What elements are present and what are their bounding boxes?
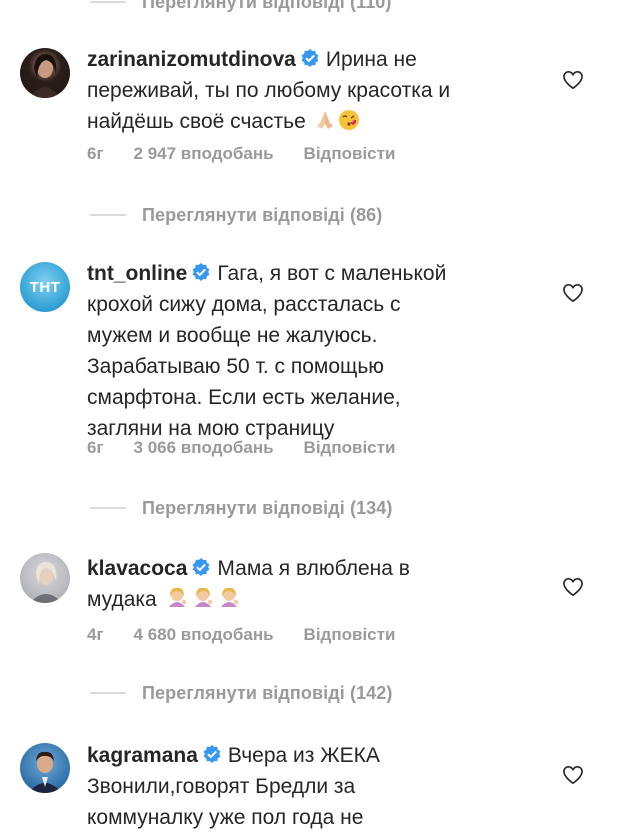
comment-body: kagramana Вчера из ЖЕКА Звонили,говорят Б… [87, 740, 517, 833]
view-replies-button[interactable]: Переглянути відповіді (134) [90, 496, 393, 520]
avatar[interactable] [20, 48, 70, 98]
comment-likes[interactable]: 3 066 вподобань [134, 438, 274, 458]
view-replies-label: Переглянути відповіді (142) [142, 682, 393, 703]
avatar[interactable]: ТНТ [20, 262, 70, 312]
avatar[interactable] [20, 743, 70, 793]
view-replies-button[interactable]: Переглянути відповіді (86) [90, 203, 382, 227]
heart-outline-icon[interactable] [562, 765, 584, 785]
kissing-face-emoji [338, 110, 359, 130]
comment-body: klavacoca Мама я влюблена в мудака [87, 553, 517, 615]
comment-likes[interactable]: 4 680 вподобань [134, 625, 274, 645]
divider-line [90, 214, 126, 216]
verified-badge-icon [301, 49, 319, 67]
comment-username[interactable]: tnt_online [87, 262, 187, 285]
avatar[interactable] [20, 553, 70, 603]
avatar-image [30, 561, 62, 603]
verified-badge-icon [203, 745, 221, 763]
reply-button[interactable]: Відповісти [304, 625, 396, 645]
comment-text-line: Ирина не [325, 48, 417, 71]
comment-time: 6г [87, 438, 104, 457]
comment-text-line: найдёшь своё счастье [87, 110, 306, 133]
view-replies-label: Переглянути відповіді (86) [142, 204, 383, 225]
avatar-logo-text: ТНТ [29, 278, 61, 296]
heart-outline-icon[interactable] [562, 577, 584, 597]
comment-time: 6г [87, 144, 104, 163]
view-replies-label: Переглянути відповіді (110) [142, 0, 392, 12]
comment-text-line: Гага, я вот с маленькой [217, 262, 447, 285]
comment-likes[interactable]: 2 947 вподобань [134, 144, 274, 164]
heart-outline-icon[interactable] [562, 70, 584, 90]
comment-time: 4г [87, 625, 104, 644]
divider-line [90, 692, 126, 694]
comment-body: tnt_online Гага, я вот с маленькой крохой… [87, 258, 517, 444]
view-replies-button[interactable]: Переглянути відповіді (142) [90, 681, 393, 705]
verified-badge-icon [192, 263, 210, 281]
divider-line [90, 507, 126, 509]
comment-text-line: мудака [87, 588, 157, 611]
comment-text-line: Зарабатываю 50 т. с помощью [87, 355, 385, 378]
comment-text-line: Звонили,говорят Бредли за [87, 775, 356, 798]
comment-meta: 6г 3 066 вподобань Відповісти [87, 436, 425, 460]
comment-username[interactable]: klavacoca [87, 557, 187, 580]
comment-username[interactable]: kagramana [87, 744, 198, 767]
verified-badge-icon [193, 558, 210, 576]
divider-line [90, 1, 126, 3]
comment-meta: 6г 2 947 вподобань Відповісти [87, 142, 425, 166]
woman-tipping-hand-emoji [194, 587, 212, 607]
comment-text-line: мужем и вообще не жалуюсь. [87, 324, 378, 347]
comment-text-line: Вчера из ЖЕКА [227, 744, 380, 767]
heart-outline-icon[interactable] [562, 283, 584, 303]
woman-tipping-hand-emoji [168, 587, 186, 607]
comment-username[interactable]: zarinanizomutdinova [87, 48, 296, 71]
comment-text-line: крохой сижу дома, рассталась с [87, 293, 401, 316]
reply-button[interactable]: Відповісти [304, 144, 396, 164]
view-replies-label: Переглянути відповіді (134) [142, 497, 393, 518]
comment-text-line: смарфтона. Если есть желание, [87, 386, 401, 409]
avatar-image [28, 751, 62, 793]
comment-meta: 4г 4 680 вподобань Відповісти [87, 623, 425, 647]
comment-body: zarinanizomutdinova Ирина не переживай, т… [87, 44, 517, 137]
folded-hands-emoji [316, 111, 333, 129]
view-replies-button[interactable]: Переглянути відповіді (110) [90, 0, 392, 14]
reply-button[interactable]: Відповісти [304, 438, 396, 458]
comment-text-line: переживай, ты по любому красотка и [87, 79, 451, 102]
comment-text-line: коммуналку уже пол года не [87, 806, 364, 829]
woman-tipping-hand-emoji [220, 587, 238, 607]
comment-text-line: Мама я влюблена в [217, 557, 410, 580]
avatar-image [30, 53, 60, 98]
